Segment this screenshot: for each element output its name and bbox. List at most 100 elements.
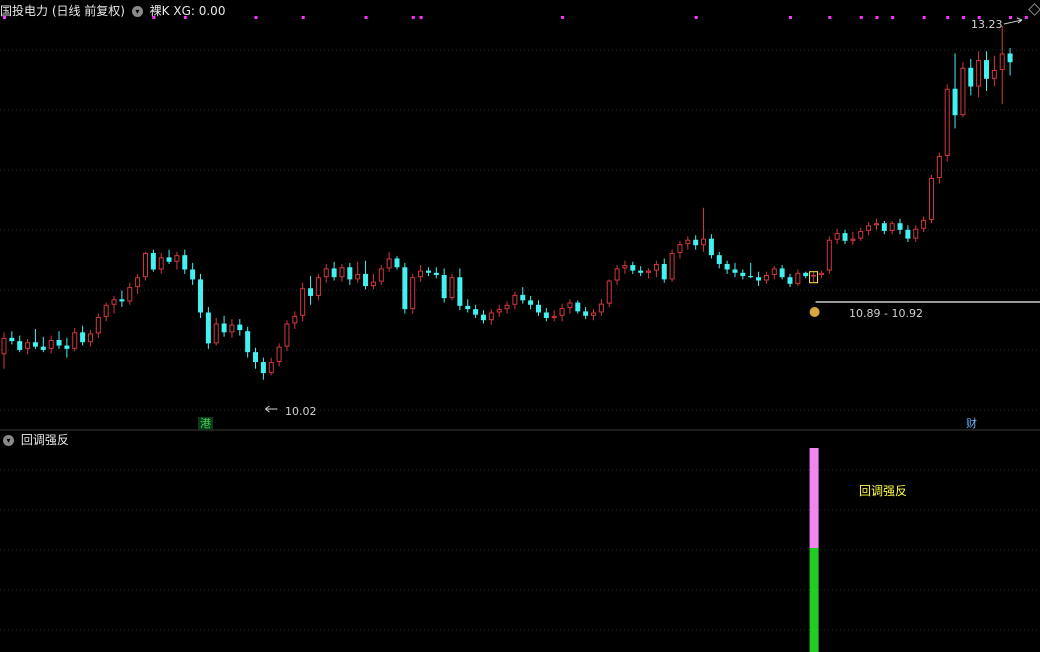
candle-body[interactable] <box>425 270 431 273</box>
candle-body[interactable] <box>866 225 872 231</box>
candle-body[interactable] <box>850 238 856 241</box>
candle-body[interactable] <box>567 302 573 309</box>
candle-body[interactable] <box>646 270 652 273</box>
candle-body[interactable] <box>944 88 950 156</box>
candle-body[interactable] <box>190 269 196 280</box>
candle-body[interactable] <box>795 272 801 284</box>
candle-body[interactable] <box>551 315 557 318</box>
kline-chart[interactable] <box>0 0 1040 652</box>
candle-body[interactable] <box>150 252 156 270</box>
candle-body[interactable] <box>928 178 934 220</box>
candle-body[interactable] <box>80 332 86 343</box>
candle-body[interactable] <box>535 304 541 313</box>
candle-body[interactable] <box>370 281 376 287</box>
candle-body[interactable] <box>166 257 172 262</box>
candle-body[interactable] <box>630 265 636 271</box>
candle-body[interactable] <box>418 270 424 278</box>
dropdown-icon[interactable]: ▾ <box>3 435 14 446</box>
candle-body[interactable] <box>583 311 589 316</box>
candle-body[interactable] <box>347 267 353 280</box>
candle-body[interactable] <box>614 268 620 281</box>
candle-body[interactable] <box>606 280 612 304</box>
candle-body[interactable] <box>32 342 38 347</box>
candle-body[interactable] <box>205 312 211 344</box>
candle-body[interactable] <box>323 268 329 278</box>
candle-body[interactable] <box>17 341 23 350</box>
candle-body[interactable] <box>661 263 667 280</box>
hk-connect-tag[interactable]: 港 <box>198 417 213 430</box>
candle-body[interactable] <box>245 331 251 353</box>
candle-body[interactable] <box>213 323 219 344</box>
candle-body[interactable] <box>48 340 54 349</box>
candle-body[interactable] <box>40 346 46 350</box>
candle-body[interactable] <box>818 272 824 276</box>
kline-mode[interactable]: 裸K <box>150 4 170 18</box>
candle-body[interactable] <box>748 276 754 278</box>
candle-body[interactable] <box>182 255 188 270</box>
candle-body[interactable] <box>465 305 471 310</box>
candle-body[interactable] <box>142 252 148 278</box>
candle-body[interactable] <box>811 275 817 277</box>
candle-body[interactable] <box>842 233 848 241</box>
candle-body[interactable] <box>976 60 982 87</box>
candle-body[interactable] <box>771 268 777 276</box>
candle-body[interactable] <box>308 288 314 296</box>
candle-body[interactable] <box>756 277 762 281</box>
candle-body[interactable] <box>174 255 180 262</box>
candle-body[interactable] <box>284 323 290 347</box>
candle-body[interactable] <box>56 340 62 346</box>
candle-body[interactable] <box>276 346 282 363</box>
candle-body[interactable] <box>449 277 455 299</box>
candle-body[interactable] <box>87 333 93 343</box>
candle-body[interactable] <box>952 88 958 116</box>
candle-body[interactable] <box>292 315 298 324</box>
candle-body[interactable] <box>135 277 141 288</box>
candle-body[interactable] <box>300 288 306 316</box>
candle-body[interactable] <box>1007 53 1013 63</box>
candle-body[interactable] <box>889 223 895 231</box>
candle-body[interactable] <box>473 309 479 315</box>
stock-title[interactable]: 国投电力 (日线 前复权) <box>0 4 125 18</box>
candle-body[interactable] <box>520 294 526 301</box>
candle-body[interactable] <box>921 219 927 229</box>
candle-body[interactable] <box>897 223 903 230</box>
candle-body[interactable] <box>268 362 274 374</box>
candle-body[interactable] <box>913 228 919 239</box>
candle-body[interactable] <box>111 299 117 305</box>
candle-body[interactable] <box>591 312 596 316</box>
candle-body[interactable] <box>858 230 864 239</box>
candle-body[interactable] <box>260 362 266 374</box>
candle-body[interactable] <box>378 268 384 282</box>
candle-body[interactable] <box>708 238 714 256</box>
candle-body[interactable] <box>229 324 235 333</box>
candle-body[interactable] <box>457 277 463 306</box>
candle-body[interactable] <box>410 277 416 310</box>
candle-body[interactable] <box>559 308 565 316</box>
candle-body[interactable] <box>496 309 502 313</box>
candle-body[interactable] <box>653 263 659 271</box>
candle-body[interactable] <box>936 155 942 179</box>
candle-body[interactable] <box>480 314 486 321</box>
candle-body[interactable] <box>732 269 738 273</box>
candle-body[interactable] <box>198 279 203 313</box>
candle-body[interactable] <box>72 332 78 349</box>
candle-body[interactable] <box>685 239 691 245</box>
candle-body[interactable] <box>787 277 793 284</box>
candle-body[interactable] <box>339 267 345 278</box>
candle-body[interactable] <box>575 302 581 312</box>
candle-body[interactable] <box>724 263 730 270</box>
candle-body[interactable] <box>9 337 15 342</box>
finance-report-tag[interactable]: 财 <box>964 417 979 430</box>
candle-body[interactable] <box>881 223 887 231</box>
candle-body[interactable] <box>441 275 447 299</box>
candle-body[interactable] <box>331 268 337 278</box>
candle-body[interactable] <box>363 273 369 287</box>
candle-body[interactable] <box>905 229 911 239</box>
candle-body[interactable] <box>127 287 133 302</box>
candle-body[interactable] <box>512 294 518 305</box>
candle-body[interactable] <box>669 252 675 280</box>
candle-body[interactable] <box>803 272 809 277</box>
candle-body[interactable] <box>826 239 832 271</box>
candle-body[interactable] <box>504 304 510 310</box>
candle-body[interactable] <box>64 345 70 349</box>
